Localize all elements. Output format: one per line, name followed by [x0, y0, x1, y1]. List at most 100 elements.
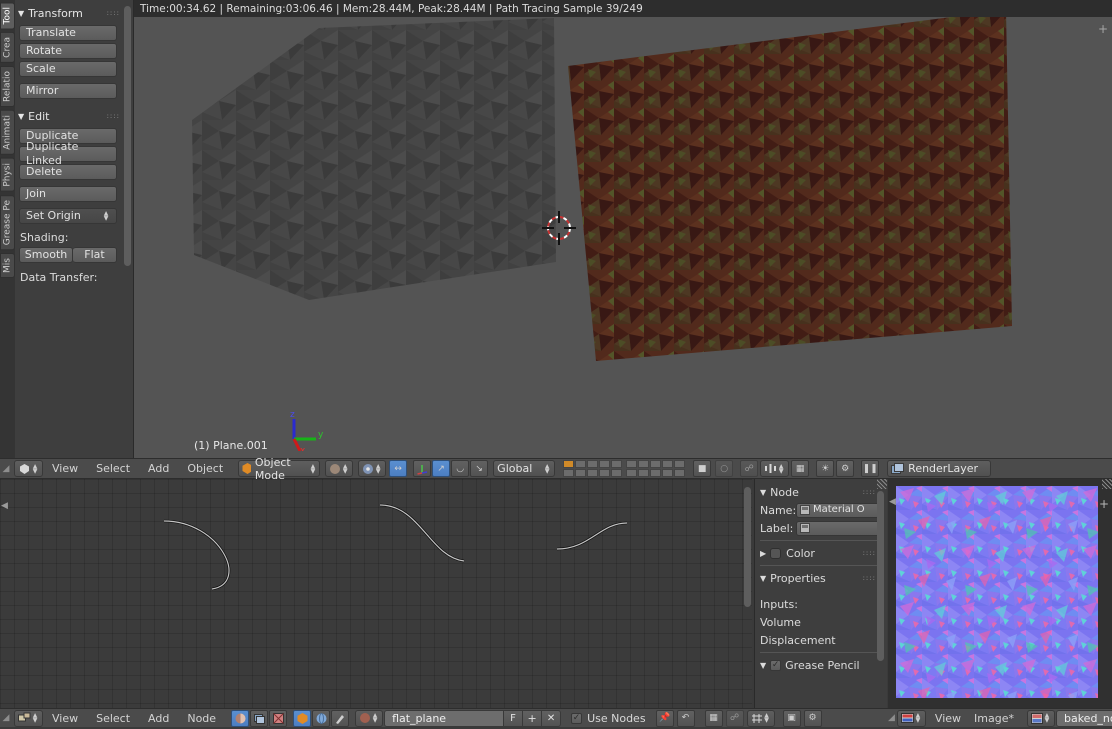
viewport-expand-icon[interactable]: + [1098, 22, 1108, 36]
updown-arrows-icon: ▲ ▼ [342, 462, 348, 475]
join-button[interactable]: Join [19, 186, 117, 202]
render-preview-icon[interactable]: ☀ [816, 460, 835, 477]
interaction-mode-dropdown[interactable]: Object Mode ▲ ▼ [238, 456, 321, 482]
node-name-field[interactable]: Material O [796, 502, 882, 518]
snap-magnet-icon[interactable]: ☍ [740, 460, 759, 477]
snap-grid-icon[interactable]: ▦ [791, 460, 810, 477]
menu-view[interactable]: View [43, 462, 87, 475]
panel-header-edit[interactable]: ▼ Edit :::: [18, 108, 126, 124]
sidebar-tab-animation[interactable]: Animati [0, 110, 15, 155]
menu-add[interactable]: Add [139, 712, 178, 725]
material-sphere-icon [360, 713, 371, 723]
node-color-swatch[interactable] [770, 547, 782, 559]
manipulator-extra-button[interactable]: ↘ [470, 460, 489, 477]
editor-type-selector[interactable]: ▲ ▼ [14, 709, 43, 727]
editor-type-selector[interactable]: ▲ ▼ [896, 709, 926, 727]
sidebar-tab-misc[interactable]: Mis [0, 252, 15, 278]
node-sidebar-toggle-icon[interactable]: ◀ [1, 501, 8, 511]
render-settings-icon[interactable]: ⚙ [836, 460, 855, 477]
rotate-manipulator-button[interactable]: ↗ [432, 460, 451, 477]
set-origin-dropdown[interactable]: Set Origin ▲ ▼ [19, 208, 117, 224]
area-resize-corner-icon[interactable] [1102, 479, 1112, 489]
panel-header-grease-pencil[interactable]: ▼ ✓ Grease Pencil [760, 656, 882, 674]
pivot-point-dropdown[interactable]: ▲ ▼ [358, 460, 387, 477]
menu-view[interactable]: View [43, 712, 87, 725]
translate-manipulator-button[interactable] [413, 460, 432, 477]
backdrop-icon[interactable]: ▦ [704, 709, 723, 727]
area-resize-corner-icon[interactable] [877, 479, 887, 489]
node-editor[interactable]: ▼ Image Texture Color Alpha bak 3 F 📁 ✖ … [0, 479, 752, 708]
panel-header-color[interactable]: ▶ Color :::: [760, 544, 882, 562]
viewport-shading-dropdown[interactable]: ▲ ▼ [325, 460, 354, 477]
header-drag-grip-icon[interactable]: ◢ [888, 708, 895, 729]
duplicate-linked-button[interactable]: Duplicate Linked [19, 140, 117, 167]
rotate-button[interactable]: Rotate [19, 43, 117, 59]
sidebar-tab-grease-pencil[interactable]: Grease Pe [0, 194, 15, 250]
fake-user-button[interactable]: F [504, 709, 524, 727]
image-browse-dropdown[interactable]: ▲ ▼ [1026, 709, 1055, 727]
world-shader-button[interactable] [312, 709, 331, 727]
use-nodes-checkbox[interactable]: ✓ [571, 712, 583, 724]
lock-camera-icon[interactable]: ■ [693, 460, 712, 477]
header-drag-grip-icon[interactable]: ◢ [0, 708, 12, 729]
scale-manipulator-button[interactable]: ◡ [451, 460, 470, 477]
use-nodes-toggle[interactable]: ✓ Use Nodes [571, 712, 646, 725]
smooth-shading-button[interactable]: Smooth [19, 247, 73, 263]
menu-add[interactable]: Add [139, 462, 178, 475]
tool-shelf-scrollbar[interactable] [124, 6, 131, 266]
image-sidebar-right-toggle-icon[interactable]: + [1099, 497, 1109, 511]
unlink-material-button[interactable]: ✕ [542, 709, 562, 727]
image-name-field[interactable]: baked_normals [1055, 709, 1112, 727]
flat-shading-button[interactable]: Flat [73, 247, 117, 263]
scene-layers-grid-2[interactable] [626, 460, 686, 477]
editor-type-selector[interactable]: ▲ ▼ [14, 460, 43, 477]
translate-button[interactable]: Translate [19, 25, 117, 41]
menu-select[interactable]: Select [87, 712, 139, 725]
header-drag-grip-icon[interactable]: ◢ [0, 458, 12, 479]
mirror-button[interactable]: Mirror [19, 83, 117, 99]
manipulator-toggle[interactable]: ↔ [389, 460, 408, 477]
menu-object[interactable]: Object [178, 462, 232, 475]
menu-image[interactable]: Image* [970, 712, 1023, 725]
snap-node-element-dropdown[interactable]: ▲ ▼ [746, 709, 775, 727]
menu-node[interactable]: Node [178, 712, 225, 725]
scale-button[interactable]: Scale [19, 61, 117, 77]
panel-header-properties[interactable]: ▼ Properties :::: [760, 569, 882, 587]
proportional-edit-icon[interactable]: ○ [715, 460, 734, 477]
sidebar-tab-relations[interactable]: Relatio [0, 66, 15, 108]
menu-select[interactable]: Select [87, 462, 139, 475]
material-browse-dropdown[interactable]: ▲ ▼ [355, 709, 384, 727]
snap-magnet-icon[interactable]: ☍ [725, 709, 744, 727]
new-material-button[interactable]: + [523, 709, 543, 727]
go-to-parent-icon[interactable]: ↶ [676, 709, 695, 727]
sidebar-tab-tool[interactable]: Tool [0, 2, 15, 30]
compositing-type-button[interactable] [250, 709, 269, 727]
snap-target-dropdown[interactable]: ▲ ▼ [760, 460, 790, 477]
panel-header-node[interactable]: ▼ Node :::: [760, 483, 882, 501]
scene-layers-grid-1[interactable] [563, 460, 623, 477]
render-layer-selector[interactable]: RenderLayer [887, 460, 992, 477]
object-shader-button[interactable] [293, 709, 312, 727]
tab-label: Animati [2, 115, 13, 150]
material-name-field[interactable]: flat_plane [384, 709, 505, 727]
image-editor[interactable]: ◀ + [888, 479, 1112, 708]
sidebar-tab-create[interactable]: Crea [0, 32, 15, 64]
grease-pencil-checkbox[interactable]: ✓ [770, 659, 782, 671]
transform-orientation-dropdown[interactable]: Global ▲ ▼ [493, 460, 556, 477]
menu-view[interactable]: View [926, 712, 970, 725]
node-editor-vscrollbar[interactable] [744, 487, 751, 607]
node-label-field[interactable] [796, 520, 882, 536]
line-style-shader-button[interactable] [331, 709, 350, 727]
texture-type-button[interactable] [269, 709, 288, 727]
pause-render-icon[interactable]: ❚❚ [861, 460, 880, 477]
panel-header-transform[interactable]: ▼ Transform :::: [18, 5, 126, 21]
pin-icon[interactable]: 📌 [655, 709, 674, 727]
image-sidebar-left-toggle-icon[interactable]: ◀ [889, 497, 896, 507]
3d-viewport[interactable]: Time:00:34.62 | Remaining:03:06.46 | Mem… [134, 0, 1112, 458]
node-properties-scrollbar[interactable] [877, 491, 884, 661]
sidebar-tab-physics[interactable]: Physi [0, 157, 15, 192]
grey-mesh-object [192, 18, 556, 300]
proportional-node-edit-icon[interactable]: ▣ [782, 709, 801, 727]
node-tools-icon[interactable]: ⚙ [803, 709, 822, 727]
shader-type-button[interactable] [231, 709, 250, 727]
